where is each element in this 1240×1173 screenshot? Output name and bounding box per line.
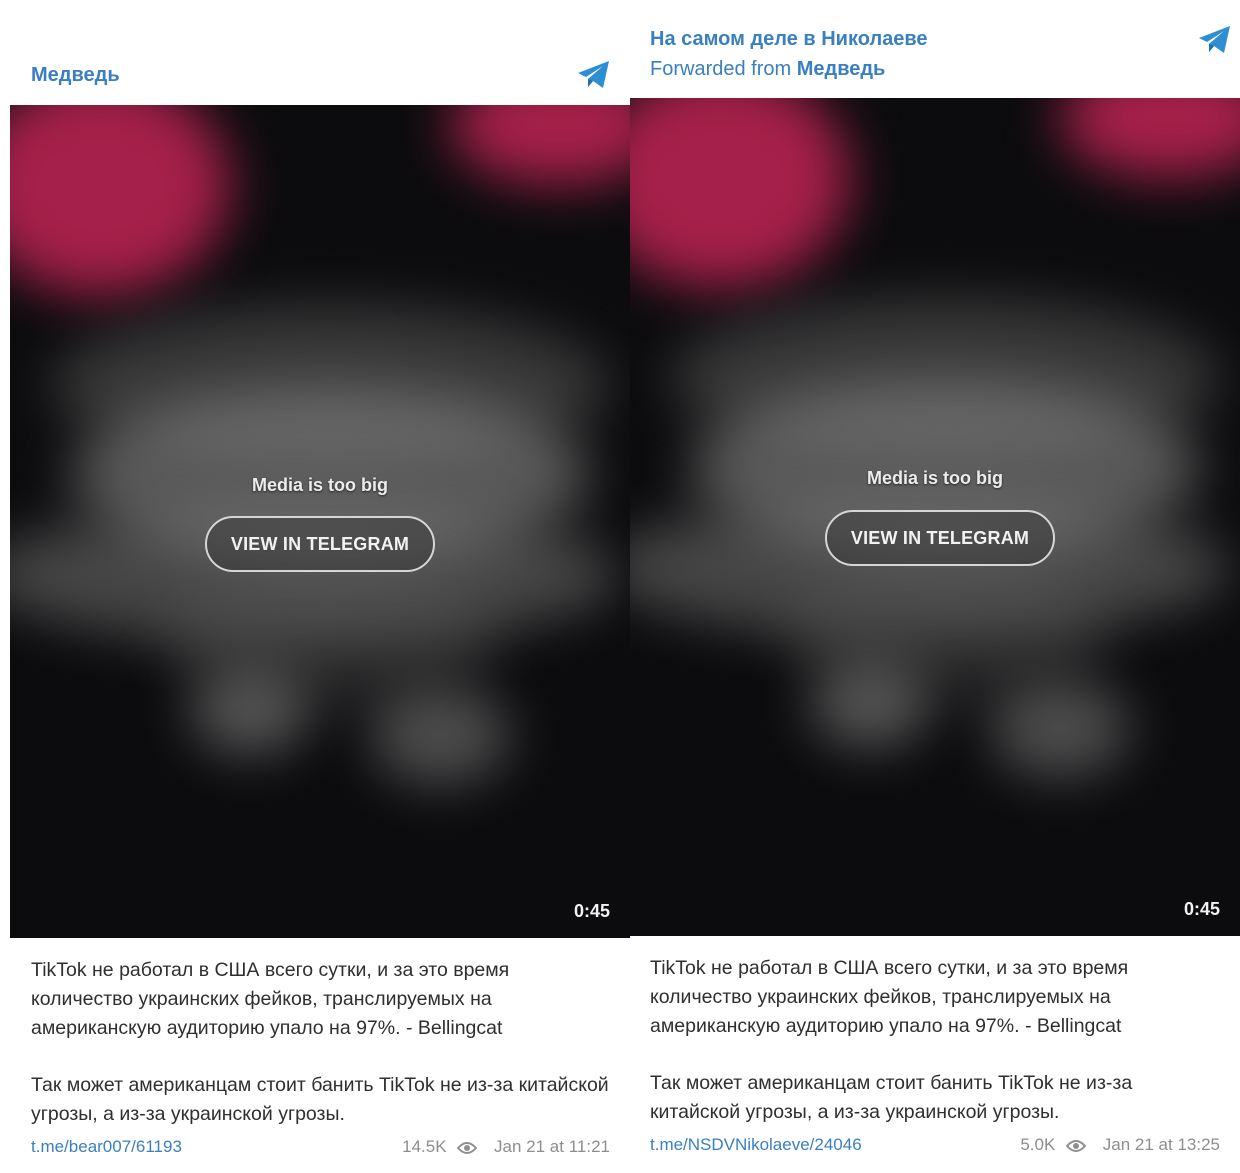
channel-name-link[interactable]: На самом деле в Николаеве [650, 28, 928, 51]
telegram-post-right: На самом деле в Николаеве Forwarded from… [630, 0, 1240, 1173]
video-preview[interactable]: Media is too big VIEW IN TELEGRAM 0:45 [10, 105, 630, 938]
post-header: На самом деле в Николаеве Forwarded from… [630, 0, 1240, 98]
channel-name-link[interactable]: Медведь [31, 64, 120, 87]
media-too-big-notice: Media is too big [866, 468, 1003, 488]
post-text: TikTok не работал в США всего сутки, и з… [31, 956, 614, 1129]
blur-region [990, 678, 1130, 778]
blur-region [780, 558, 1110, 698]
blur-region [630, 98, 850, 288]
forwarded-source-link[interactable]: Медведь [797, 58, 886, 80]
blur-region [1060, 98, 1240, 178]
post-paragraph: Так может американцам стоит банить TikTo… [31, 1074, 609, 1125]
view-in-telegram-button[interactable]: VIEW IN TELEGRAM [205, 516, 435, 572]
post-paragraph: TikTok не работал в США всего сутки, и з… [31, 959, 510, 1039]
view-in-telegram-button[interactable]: VIEW IN TELEGRAM [825, 510, 1055, 566]
media-too-big-notice: Media is too big [251, 475, 388, 495]
view-count: 5.0K [1020, 1135, 1056, 1154]
post-meta: 5.0K Jan 21 at 13:25 [1020, 1135, 1220, 1155]
post-link[interactable]: t.me/NSDVNikolaeve/24046 [650, 1135, 862, 1154]
telegram-icon[interactable] [576, 59, 612, 91]
forwarded-label: Forwarded from [650, 58, 792, 80]
telegram-post-left: Медведь Media is too big VIEW IN TELEGRA… [10, 0, 630, 1173]
telegram-icon[interactable] [1197, 24, 1233, 56]
view-count: 14.5K [402, 1137, 447, 1156]
post-paragraph: Так может американцам стоит банить TikTo… [650, 1072, 1133, 1123]
post-footer: t.me/bear007/61193 14.5K Jan 21 at 11:21 [31, 1137, 610, 1157]
blur-region [160, 565, 500, 705]
blur-region [450, 105, 630, 185]
post-text: TikTok не работал в США всего сутки, и з… [650, 954, 1224, 1127]
post-link[interactable]: t.me/bear007/61193 [31, 1137, 182, 1156]
video-duration: 0:45 [1183, 899, 1220, 919]
video-duration: 0:45 [573, 901, 610, 921]
forwarded-from: Forwarded from Медведь [650, 58, 885, 81]
post-date[interactable]: Jan 21 at 11:21 [494, 1137, 610, 1156]
post-meta: 14.5K Jan 21 at 11:21 [402, 1137, 610, 1157]
video-preview[interactable]: Media is too big VIEW IN TELEGRAM 0:45 [630, 98, 1240, 936]
eye-icon [457, 1142, 478, 1154]
post-date[interactable]: Jan 21 at 13:25 [1103, 1135, 1220, 1154]
post-header: Медведь [10, 0, 630, 105]
eye-icon [1066, 1140, 1087, 1152]
post-paragraph: TikTok не работал в США всего сутки, и з… [650, 957, 1129, 1037]
post-footer: t.me/NSDVNikolaeve/24046 5.0K Jan 21 at … [650, 1135, 1220, 1155]
blur-region [10, 105, 230, 295]
